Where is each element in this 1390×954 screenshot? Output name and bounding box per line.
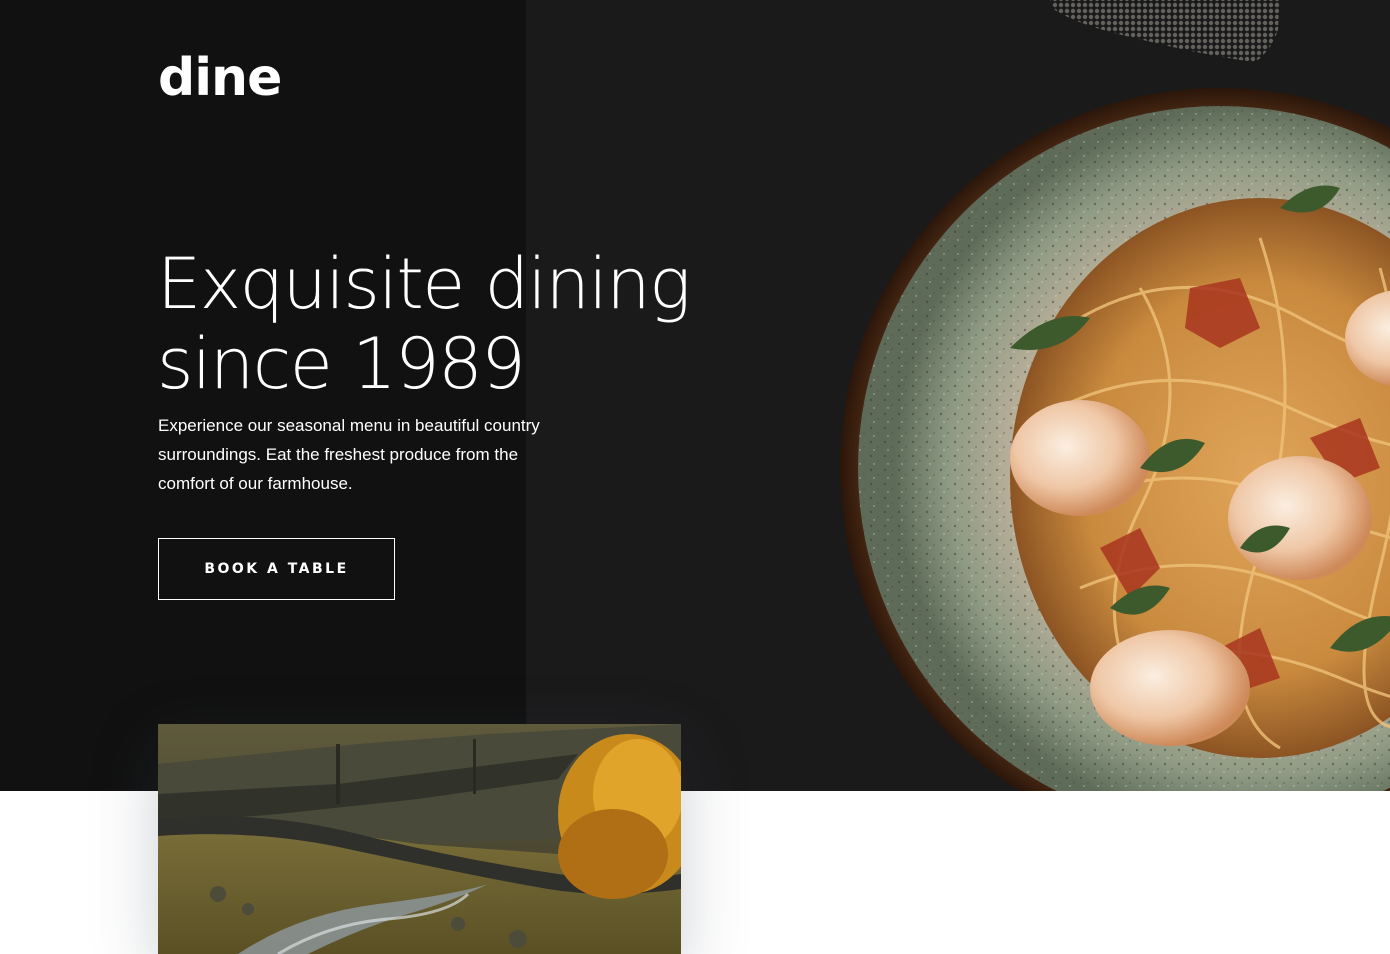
pattern-decoration (1050, 0, 1280, 62)
headline-line: since 1989 (157, 323, 526, 405)
hero-section: dine Exquisite dining since 1989 Experie… (0, 0, 1390, 791)
description-line: Experience our seasonal menu in beautifu… (158, 416, 540, 435)
description-line: comfort of our farmhouse. (158, 474, 353, 493)
book-a-table-button[interactable]: BOOK A TABLE (158, 538, 395, 600)
pasta-dish-image (840, 88, 1390, 791)
hero-description: Experience our seasonal menu in beautifu… (158, 411, 598, 498)
hero-headline: Exquisite dining since 1989 (157, 244, 717, 404)
brand-logo[interactable]: dine (158, 52, 282, 104)
headline-line: Exquisite dining (157, 243, 691, 325)
farm-landscape-image (158, 724, 681, 954)
description-line: surroundings. Eat the freshest produce f… (158, 445, 519, 464)
